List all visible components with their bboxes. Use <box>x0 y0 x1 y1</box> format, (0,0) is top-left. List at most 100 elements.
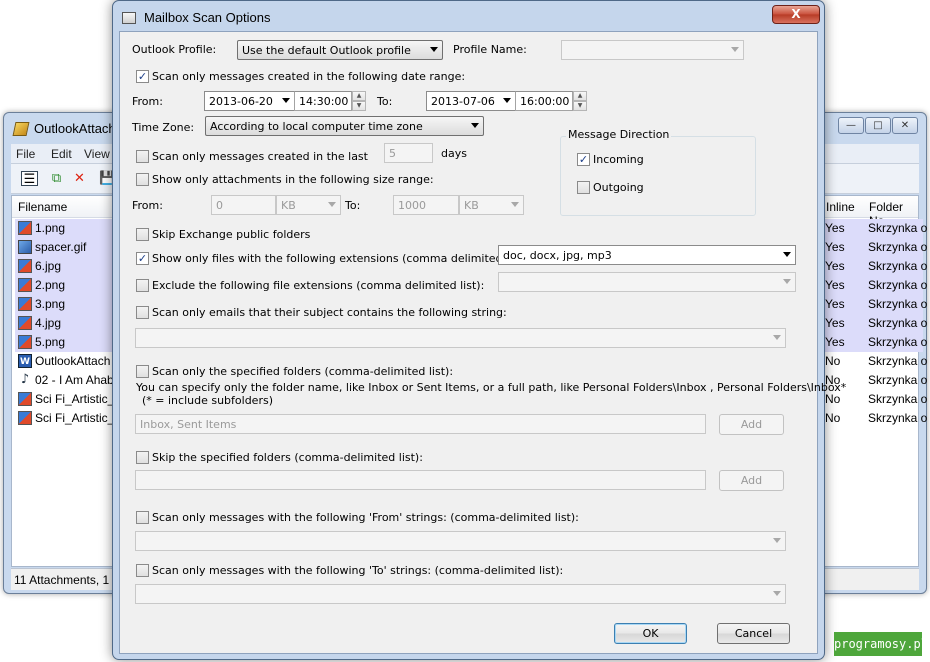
from-strings-dropdown[interactable] <box>135 531 786 551</box>
ok-button[interactable]: OK <box>614 623 687 644</box>
status-text: 11 Attachments, 1 <box>14 573 110 587</box>
exclude-ext-checkbox[interactable] <box>136 279 149 292</box>
to-time-field[interactable]: 16:00:00 <box>515 91 573 111</box>
chevron-down-icon <box>783 252 791 257</box>
row-inline: No <box>825 392 841 406</box>
row-filename: spacer.gif <box>35 240 87 254</box>
subject-checkbox[interactable] <box>136 306 149 319</box>
row-filename-cell: 4.jpg <box>15 314 115 333</box>
to-strings-dropdown[interactable] <box>135 584 786 604</box>
chevron-down-icon <box>430 47 438 52</box>
row-folder: Skrzynka o <box>868 335 928 349</box>
to-strings-label: Scan only messages with the following 'T… <box>152 564 564 577</box>
delete-icon[interactable]: ✕ <box>71 171 88 186</box>
gif-icon <box>18 240 32 254</box>
to-label: To: <box>377 95 393 108</box>
row-folder: Skrzynka o <box>868 221 928 235</box>
skip-folders-add-button[interactable]: Add <box>719 470 784 491</box>
row-filename: OutlookAttach <box>35 354 111 368</box>
row-inline: Yes <box>825 335 845 349</box>
incoming-checkbox[interactable]: ✓ <box>577 153 590 166</box>
exclude-ext-dropdown[interactable] <box>498 272 796 292</box>
time-zone-value: According to local computer time zone <box>210 120 423 133</box>
properties-icon[interactable]: ☰ <box>21 171 38 187</box>
days-label: days <box>441 147 467 160</box>
image-icon <box>18 411 32 425</box>
size-from-field[interactable]: 0 <box>211 195 276 215</box>
size-from-unit-dropdown[interactable]: KB <box>276 195 341 215</box>
row-filename-cell: Sci Fi_Artistic_2 <box>15 390 121 409</box>
to-date-picker[interactable]: 2013-07-06 <box>426 91 516 111</box>
row-inline: Yes <box>825 278 845 292</box>
folders-field[interactable]: Inbox, Sent Items <box>135 414 706 434</box>
show-ext-dropdown[interactable]: doc, docx, jpg, mp3 <box>498 245 796 265</box>
copy-icon[interactable]: ⧉ <box>48 171 65 186</box>
row-filename-cell: Sci Fi_Artistic_1 <box>15 409 121 428</box>
cancel-button[interactable]: Cancel <box>717 623 790 644</box>
mailbox-scan-options-dialog: Mailbox Scan Options X Outlook Profile: … <box>112 0 846 660</box>
outlook-profile-dropdown[interactable]: Use the default Outlook profile <box>237 40 443 60</box>
spin-down-icon[interactable]: ▼ <box>573 101 587 111</box>
row-filename: 6.jpg <box>35 259 62 273</box>
menu-edit[interactable]: Edit <box>51 147 72 161</box>
image-icon <box>18 335 32 349</box>
row-filename: 1.png <box>35 221 66 235</box>
spin-up-icon[interactable]: ▲ <box>573 91 587 101</box>
profile-name-dropdown[interactable] <box>561 40 744 60</box>
size-from-unit: KB <box>281 199 296 212</box>
date-range-checkbox[interactable]: ✓ <box>136 70 149 83</box>
skip-folders-field[interactable] <box>135 470 706 490</box>
window-controls: — □ ✕ <box>838 117 918 134</box>
image-icon <box>18 297 32 311</box>
size-range-checkbox[interactable] <box>136 173 149 186</box>
maximize-icon[interactable]: □ <box>865 117 891 134</box>
to-strings-checkbox[interactable] <box>136 564 149 577</box>
folders-add-button[interactable]: Add <box>719 414 784 435</box>
chevron-down-icon <box>503 98 511 103</box>
size-range-label: Show only attachments in the following s… <box>152 173 434 186</box>
scan-last-checkbox[interactable] <box>136 150 149 163</box>
row-folder: Skrzynka o <box>868 259 928 273</box>
column-filename[interactable]: Filename <box>18 200 67 214</box>
outlook-profile-label: Outlook Profile: <box>132 43 217 56</box>
time-zone-dropdown[interactable]: According to local computer time zone <box>205 116 484 136</box>
outgoing-checkbox[interactable] <box>577 181 590 194</box>
row-inline: Yes <box>825 240 845 254</box>
size-to-unit-dropdown[interactable]: KB <box>459 195 524 215</box>
row-right-cells: Yes Skrzynka o <box>825 333 927 352</box>
menu-file[interactable]: File <box>16 147 35 161</box>
from-time-field[interactable]: 14:30:00 <box>294 91 352 111</box>
from-strings-checkbox[interactable] <box>136 511 149 524</box>
row-filename-cell: 3.png <box>15 295 115 314</box>
dialog-client: Outlook Profile: Use the default Outlook… <box>119 31 846 654</box>
skip-folders-checkbox[interactable] <box>136 451 149 464</box>
size-to-unit: KB <box>464 199 479 212</box>
from-label: From: <box>132 95 163 108</box>
menu-view[interactable]: View <box>84 147 110 161</box>
folders-help-note: (* = include subfolders) <box>142 394 273 407</box>
subject-dropdown[interactable] <box>135 328 786 348</box>
show-ext-checkbox[interactable]: ✓ <box>136 252 149 265</box>
folders-checkbox[interactable] <box>136 365 149 378</box>
from-date-picker[interactable]: 2013-06-20 <box>204 91 295 111</box>
row-right-cells: Yes Skrzynka o <box>825 295 927 314</box>
row-filename: 2.png <box>35 278 66 292</box>
row-filename-cell: spacer.gif <box>15 238 115 257</box>
size-to-field[interactable]: 1000 <box>393 195 459 215</box>
column-inline[interactable]: Inline <box>826 200 855 214</box>
from-time-spinner[interactable]: ▲ ▼ <box>352 91 366 111</box>
row-right-cells: Yes Skrzynka o <box>825 238 927 257</box>
app-icon <box>12 122 30 136</box>
close-icon[interactable]: ✕ <box>892 117 918 134</box>
folders-help-text: You can specify only the folder name, li… <box>136 381 847 394</box>
minimize-icon[interactable]: — <box>838 117 864 134</box>
scan-last-days-field[interactable]: 5 <box>384 143 433 163</box>
image-icon <box>18 221 32 235</box>
close-button[interactable]: X <box>772 5 820 24</box>
music-icon: ♪ <box>20 372 30 387</box>
row-filename: 4.jpg <box>35 316 62 330</box>
skip-public-checkbox[interactable] <box>136 228 149 241</box>
spin-up-icon[interactable]: ▲ <box>352 91 366 101</box>
spin-down-icon[interactable]: ▼ <box>352 101 366 111</box>
to-time-spinner[interactable]: ▲ ▼ <box>573 91 587 111</box>
